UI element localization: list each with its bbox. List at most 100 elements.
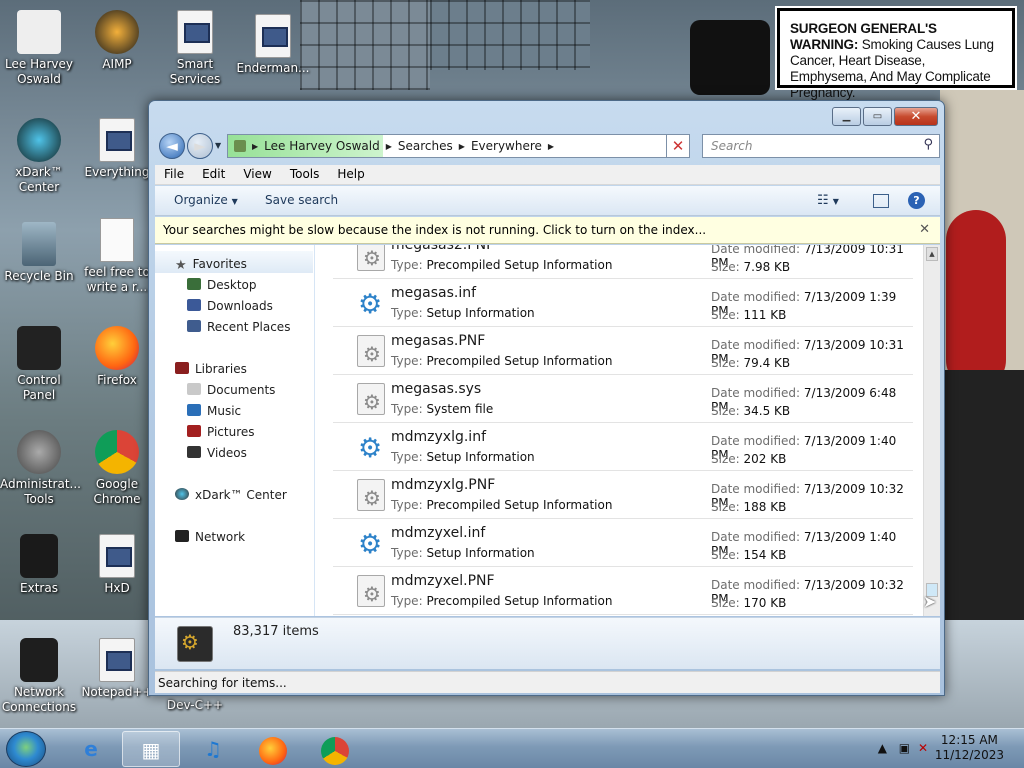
desktop-icon-enderman[interactable]: Enderman... bbox=[234, 14, 312, 76]
volume-muted-icon[interactable]: ✕ bbox=[918, 741, 928, 755]
desktop-icon-control-panel[interactable]: Control Panel bbox=[0, 326, 78, 403]
recent-places-icon bbox=[187, 320, 201, 332]
setup-file-icon bbox=[357, 575, 385, 607]
nav-music[interactable]: Music bbox=[187, 402, 241, 420]
menu-file[interactable]: File bbox=[155, 165, 193, 184]
network-icon bbox=[20, 638, 58, 682]
details-pane: 83,317 items bbox=[155, 617, 940, 669]
videos-icon bbox=[187, 446, 201, 458]
view-options-icon[interactable]: ☷ ▼ bbox=[817, 193, 839, 208]
start-button[interactable] bbox=[6, 731, 46, 767]
nav-xdark-center[interactable]: xDark™ Center bbox=[175, 486, 287, 504]
aimp-icon bbox=[95, 10, 139, 54]
setup-file-icon bbox=[357, 245, 385, 271]
desktop-icon-firefox[interactable]: Firefox bbox=[78, 326, 156, 388]
back-button[interactable]: ◄ bbox=[159, 133, 185, 159]
desktop-icon-smart-services[interactable]: Smart Services bbox=[156, 10, 234, 87]
breadcrumb-item[interactable]: Everywhere bbox=[471, 139, 542, 153]
taskbar-firefox-icon[interactable] bbox=[244, 731, 302, 767]
index-info-bar[interactable]: Your searches might be slow because the … bbox=[155, 217, 940, 244]
menu-help[interactable]: Help bbox=[328, 165, 373, 184]
list-item[interactable]: megasas2.PNF Type: Precompiled Setup Inf… bbox=[333, 245, 913, 279]
search-input[interactable]: Search ⚲ bbox=[702, 134, 940, 158]
command-bar: Organize ▼ Save search ☷ ▼ ? bbox=[155, 186, 940, 216]
address-bar[interactable]: ▶ Lee Harvey Oswald ▶ Searches ▶ Everywh… bbox=[227, 134, 690, 158]
menu-tools[interactable]: Tools bbox=[281, 165, 329, 184]
forward-button[interactable]: ► bbox=[187, 133, 213, 159]
taskbar-explorer-icon[interactable]: ▦ bbox=[122, 731, 180, 767]
documents-icon bbox=[187, 383, 201, 395]
desktop-icon-aimp[interactable]: AIMP bbox=[78, 10, 156, 72]
nav-downloads[interactable]: Downloads bbox=[187, 297, 273, 315]
list-item[interactable]: megasas.sys Type: System file Date modif… bbox=[333, 375, 913, 423]
nav-libraries[interactable]: Libraries bbox=[175, 360, 247, 378]
help-icon[interactable]: ? bbox=[908, 192, 925, 209]
system-tray: ▲ ▣ ✕ bbox=[878, 741, 928, 755]
minimize-button[interactable]: ▁ bbox=[832, 107, 861, 126]
breadcrumb-separator-icon: ▶ bbox=[385, 141, 392, 151]
setup-file-icon bbox=[357, 335, 385, 367]
search-results-icon bbox=[177, 626, 213, 662]
nav-pictures[interactable]: Pictures bbox=[187, 423, 255, 441]
breadcrumb-item[interactable]: Lee Harvey Oswald bbox=[264, 139, 380, 153]
preview-pane-icon[interactable] bbox=[873, 194, 889, 208]
list-item[interactable]: mdmzyxel.inf Type: Setup Information Dat… bbox=[333, 519, 913, 567]
show-hidden-icons-icon[interactable]: ▲ bbox=[878, 741, 887, 755]
background-building bbox=[430, 0, 590, 70]
close-icon[interactable]: ✕ bbox=[919, 222, 930, 237]
desktop-icon-lee-harvey-oswald[interactable]: Lee Harvey Oswald bbox=[0, 10, 78, 87]
vertical-scrollbar[interactable]: ▲ bbox=[923, 245, 940, 616]
clock[interactable]: 12:15 AM 11/12/2023 bbox=[935, 733, 1004, 763]
xdark-icon bbox=[17, 118, 61, 162]
nav-desktop[interactable]: Desktop bbox=[187, 276, 257, 294]
taskbar-internet-explorer-icon[interactable]: e bbox=[62, 731, 120, 767]
desktop-icon-everything[interactable]: Everything bbox=[78, 118, 156, 180]
network-status-icon[interactable]: ▣ bbox=[899, 741, 910, 755]
desktop-icon-recycle-bin[interactable]: Recycle Bin bbox=[0, 222, 78, 284]
search-icon[interactable]: ⚲ bbox=[923, 137, 933, 152]
desktop-icon-dev-cpp[interactable]: Dev-C++ bbox=[156, 698, 234, 713]
organize-button[interactable]: Organize ▼ bbox=[174, 193, 238, 207]
search-folder-icon bbox=[234, 140, 246, 152]
close-button[interactable]: ✕ bbox=[894, 107, 938, 126]
search-placeholder: Search bbox=[711, 139, 753, 153]
text-file-icon bbox=[100, 218, 134, 262]
desktop-icon-xdark-center[interactable]: xDark™ Center bbox=[0, 118, 78, 195]
clock-date: 11/12/2023 bbox=[934, 748, 1004, 762]
nav-videos[interactable]: Videos bbox=[187, 444, 247, 462]
list-item[interactable]: megasas.PNF Type: Precompiled Setup Info… bbox=[333, 327, 913, 375]
navigation-row: ◄ ► ▼ ▶ Lee Harvey Oswald ▶ Searches ▶ E… bbox=[155, 131, 940, 161]
nav-network[interactable]: Network bbox=[175, 528, 245, 546]
maximize-button[interactable]: ▭ bbox=[863, 107, 892, 126]
xdark-icon bbox=[175, 488, 189, 500]
list-item[interactable]: mdmzyxel.PNF Type: Precompiled Setup Inf… bbox=[333, 567, 913, 615]
list-item[interactable]: mdmzyxlg.PNF Type: Precompiled Setup Inf… bbox=[333, 471, 913, 519]
menu-edit[interactable]: Edit bbox=[193, 165, 234, 184]
menu-view[interactable]: View bbox=[234, 165, 280, 184]
desktop-icon-admin-tools[interactable]: Administrat... Tools bbox=[0, 430, 81, 507]
downloads-icon bbox=[187, 299, 201, 311]
arrow-left-icon: ◄ bbox=[166, 137, 178, 155]
taskbar-music-icon[interactable]: ♫ bbox=[184, 731, 242, 767]
folder-icon bbox=[20, 534, 58, 578]
list-item[interactable]: mdmzyxlg.inf Type: Setup Information Dat… bbox=[333, 423, 913, 471]
desktop-icon-hxd[interactable]: HxD bbox=[78, 534, 156, 596]
taskbar: e ▦ ♫ ▲ ▣ ✕ 12:15 AM 11/12/2023 bbox=[0, 728, 1024, 768]
desktop-icon-network-connections[interactable]: Network Connections bbox=[0, 638, 78, 715]
desktop-icon-text-file[interactable]: feel free to write a r... bbox=[78, 218, 156, 295]
setup-information-icon bbox=[357, 527, 385, 560]
save-search-button[interactable]: Save search bbox=[265, 193, 338, 207]
stop-search-button[interactable]: ✕ bbox=[666, 134, 690, 158]
desktop-icon-google-chrome[interactable]: Google Chrome bbox=[78, 430, 156, 507]
firefox-icon bbox=[95, 326, 139, 370]
recent-pages-dropdown[interactable]: ▼ bbox=[215, 141, 221, 150]
desktop-icon-notepad-plus[interactable]: Notepad++ bbox=[78, 638, 156, 700]
taskbar-chrome-icon[interactable] bbox=[306, 731, 364, 767]
desktop-icon-extras[interactable]: Extras bbox=[0, 534, 78, 596]
nav-documents[interactable]: Documents bbox=[187, 381, 275, 399]
nav-recent-places[interactable]: Recent Places bbox=[187, 318, 290, 336]
list-item[interactable]: megasas.inf Type: Setup Information Date… bbox=[333, 279, 913, 327]
breadcrumb-item[interactable]: Searches bbox=[398, 139, 453, 153]
nav-favorites[interactable]: ★ Favorites bbox=[175, 255, 247, 273]
scroll-up-icon[interactable]: ▲ bbox=[926, 247, 938, 261]
